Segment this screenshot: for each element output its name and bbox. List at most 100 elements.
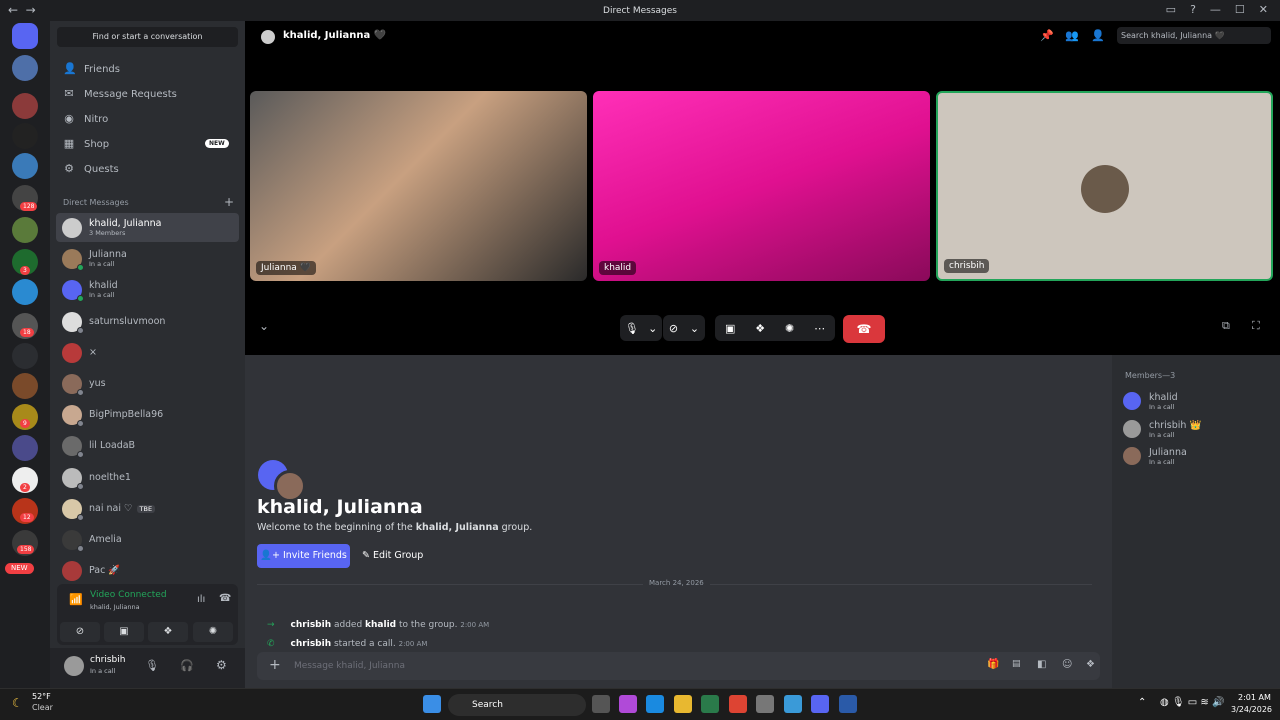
member-list-icon[interactable]: 👤 — [1091, 29, 1105, 42]
minimize-button[interactable]: — — [1210, 3, 1221, 16]
chevron-down-icon[interactable]: ⌄ — [648, 322, 657, 335]
dm-item[interactable]: yus — [56, 369, 239, 398]
pin-icon[interactable]: 📌 — [1040, 29, 1054, 42]
activities-icon[interactable]: ❖ — [148, 622, 188, 642]
fullscreen-icon[interactable]: ⛶ — [1252, 319, 1260, 333]
inbox-icon[interactable]: ▭ — [1166, 3, 1176, 16]
dm-item[interactable]: Pac 🚀 — [56, 556, 239, 585]
create-dm-plus-icon[interactable]: + — [224, 195, 234, 209]
nav-message-requests[interactable]: ✉ Message Requests — [63, 83, 176, 105]
notepad-icon[interactable] — [784, 695, 802, 713]
windows-start-icon[interactable] — [423, 695, 441, 713]
server-icon[interactable] — [12, 343, 38, 369]
gif-icon[interactable]: ▤ — [1012, 659, 1021, 669]
dm-item-group[interactable]: khalid, Julianna 3 Members — [56, 213, 239, 242]
help-icon[interactable]: ? — [1190, 3, 1196, 16]
more-icon[interactable]: ⋯ — [814, 322, 825, 335]
avatar[interactable] — [64, 656, 84, 676]
close-button[interactable]: ✕ — [1259, 3, 1268, 16]
apps-icon[interactable]: ❖ — [1086, 659, 1095, 670]
chevron-down-icon[interactable]: ⌄ — [259, 319, 269, 333]
file-explorer-icon[interactable] — [674, 695, 692, 713]
server-icon[interactable] — [12, 435, 38, 461]
emoji-icon[interactable]: ☺ — [1062, 659, 1072, 670]
mic-toggle-button[interactable]: 🎙 ⌄ — [620, 315, 662, 341]
screen-share-icon[interactable]: ▣ — [725, 322, 735, 335]
popout-icon[interactable]: ⧉ — [1222, 319, 1230, 333]
weather-condition: Clear — [32, 703, 53, 712]
disconnect-icon[interactable]: ☎ — [219, 593, 231, 604]
server-icon[interactable] — [12, 217, 38, 243]
hang-up-button[interactable]: ☎ — [843, 315, 885, 343]
edge-icon[interactable] — [646, 695, 664, 713]
taskbar-search[interactable]: Search — [448, 694, 586, 716]
app-icon[interactable] — [756, 695, 774, 713]
avatar — [62, 560, 82, 581]
moon-weather-icon[interactable]: ☾ — [12, 696, 23, 710]
server-icon[interactable] — [12, 123, 38, 149]
screen-share-icon[interactable]: ▣ — [104, 622, 144, 642]
weather-temp[interactable]: 52°F — [32, 692, 51, 701]
nav-quests[interactable]: ⚙ Quests — [63, 158, 119, 180]
server-icon[interactable] — [12, 279, 38, 305]
dm-item[interactable]: BigPimpBella96 — [56, 400, 239, 429]
video-tile-julianna[interactable]: Julianna 🖤 — [250, 91, 587, 281]
message-composer[interactable]: + Message khalid, Julianna 🎁 ▤ ◧ ☺ ❖ — [257, 652, 1100, 680]
server-icon[interactable] — [12, 55, 38, 81]
settings-gear-icon[interactable]: ⚙ — [216, 658, 227, 672]
username[interactable]: chrisbih — [90, 655, 125, 665]
edit-group-button[interactable]: ✎ Edit Group — [362, 544, 434, 568]
video-tile-chrisbih[interactable]: chrisbih — [936, 91, 1273, 281]
back-arrow-icon[interactable]: ← → — [8, 3, 36, 17]
tray-chevron-icon[interactable]: ⌃ — [1138, 697, 1146, 708]
dm-item[interactable]: nai nai ♡ TBE — [56, 494, 239, 523]
tray-icons[interactable]: ◍ 🎙 ▭ ≋ 🔊 — [1160, 697, 1224, 708]
member-item[interactable]: chrisbih 👑 In a call — [1123, 417, 1201, 441]
dm-item[interactable]: Julianna In a call — [56, 244, 239, 273]
search-input[interactable]: Search khalid, Julianna 🖤 — [1117, 27, 1271, 44]
store-icon[interactable] — [701, 695, 719, 713]
task-view-icon[interactable] — [592, 695, 610, 713]
nav-shop[interactable]: ▦ Shop — [63, 133, 109, 155]
add-friends-icon[interactable]: 👥 — [1065, 29, 1079, 42]
dm-item[interactable]: khalid In a call — [56, 275, 239, 304]
camera-toggle-button[interactable]: ⊘ ⌄ — [663, 315, 705, 341]
group-avatar — [261, 30, 275, 44]
headphones-icon[interactable]: 🎧 — [180, 659, 194, 672]
soundboard-icon[interactable]: ✺ — [785, 322, 794, 335]
mic-icon[interactable]: 🎙 — [145, 659, 159, 672]
camera-off-icon[interactable]: ⊘ — [60, 622, 100, 642]
voice-status[interactable]: Video Connected — [90, 590, 167, 600]
activities-icon[interactable]: ❖ — [755, 322, 765, 335]
avatar — [62, 435, 84, 458]
discord-taskbar-icon[interactable] — [811, 695, 829, 713]
noise-suppression-icon[interactable]: ılı — [197, 594, 205, 605]
invite-friends-button[interactable]: 👤+ Invite Friends — [257, 544, 350, 568]
dm-item[interactable]: lil LoadaB — [56, 431, 239, 460]
new-badge[interactable]: NEW — [5, 563, 34, 574]
dm-item[interactable]: Amelia — [56, 525, 239, 554]
nav-nitro[interactable]: ◉ Nitro — [63, 108, 108, 130]
member-item[interactable]: khalid In a call — [1123, 389, 1178, 413]
clock-time[interactable]: 2:01 AM — [1238, 693, 1271, 702]
server-icon[interactable] — [12, 153, 38, 179]
maximize-button[interactable]: ☐ — [1235, 3, 1245, 16]
video-tile-khalid[interactable]: khalid — [593, 91, 930, 281]
dm-item[interactable]: noelthe1 — [56, 463, 239, 492]
nav-friends[interactable]: 👤 Friends — [63, 58, 120, 80]
member-item[interactable]: Julianna In a call — [1123, 444, 1187, 468]
copilot-icon[interactable] — [619, 695, 637, 713]
sticker-icon[interactable]: ◧ — [1037, 659, 1046, 670]
chrome-icon[interactable] — [729, 695, 747, 713]
add-attachment-icon[interactable]: + — [269, 657, 281, 673]
server-icon[interactable] — [12, 373, 38, 399]
dm-item[interactable]: saturnsluvmoon — [56, 307, 239, 336]
chevron-down-icon[interactable]: ⌄ — [690, 322, 699, 335]
home-discord-icon[interactable] — [12, 23, 38, 49]
find-conversation-button[interactable]: Find or start a conversation — [57, 27, 238, 47]
soundboard-icon[interactable]: ✺ — [193, 622, 233, 642]
app-icon[interactable] — [839, 695, 857, 713]
gift-icon[interactable]: 🎁 — [987, 659, 999, 670]
dm-item[interactable]: × — [56, 338, 239, 367]
server-icon[interactable] — [12, 93, 38, 119]
